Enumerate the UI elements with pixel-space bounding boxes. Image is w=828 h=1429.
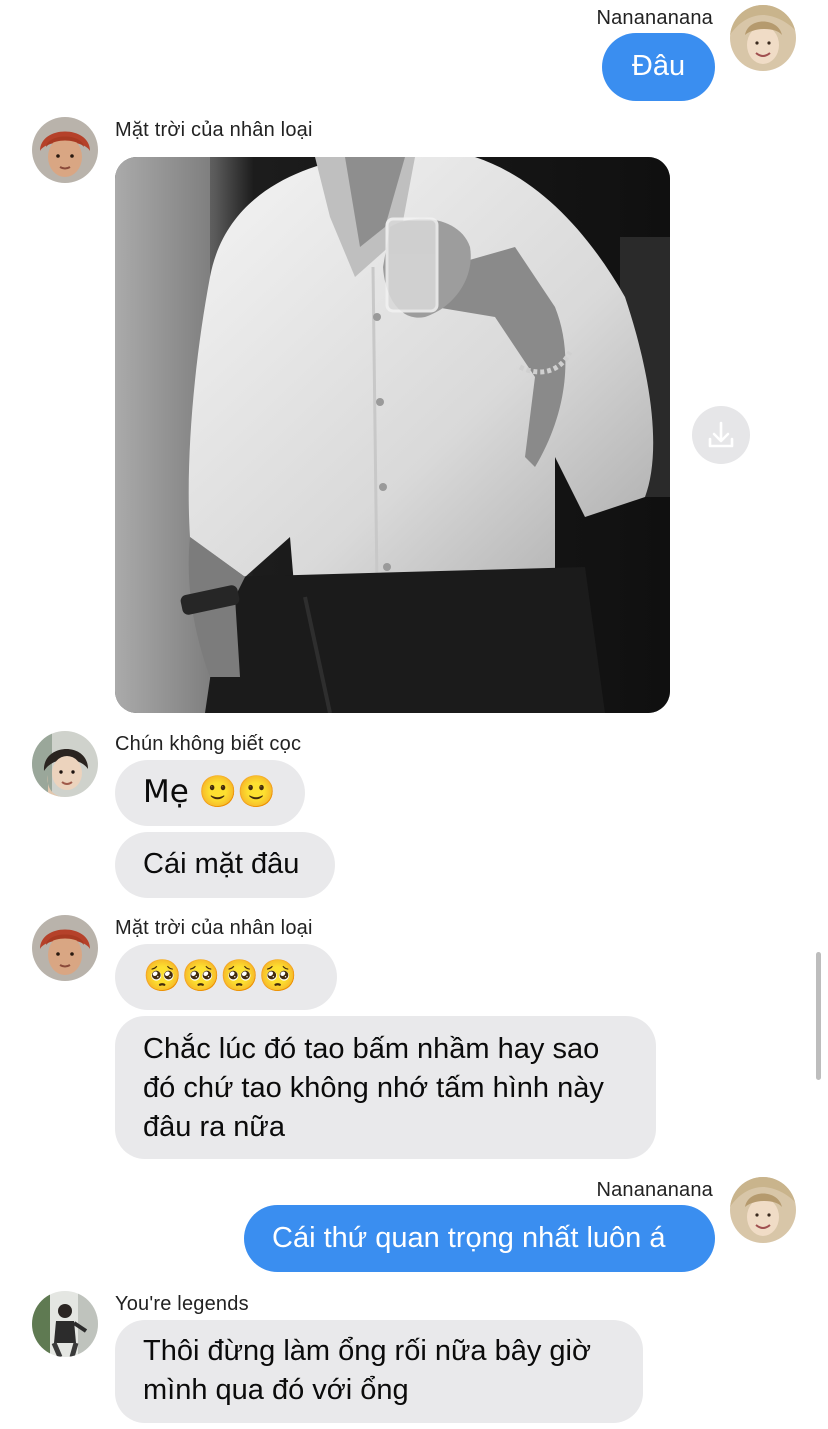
avatar-chun[interactable]	[32, 731, 98, 797]
message-bubble-outgoing[interactable]: Cái thứ quan trọng nhất luôn á	[244, 1205, 715, 1272]
message-text-line: Thôi đừng làm ổng rối nữa bây giờ	[143, 1335, 591, 1367]
message-text: Đâu	[631, 50, 686, 82]
shared-photo[interactable]	[115, 157, 670, 713]
avatar-mat-troi[interactable]	[32, 915, 98, 981]
message-text: Cái thứ quan trọng nhất luôn á	[272, 1222, 666, 1254]
message-text-line: đó chứ tao không nhớ tấm hình này	[143, 1072, 604, 1104]
download-button[interactable]	[692, 406, 750, 464]
message-bubble-incoming[interactable]: Cái mặt đâu	[115, 832, 335, 898]
avatar-youre-legends[interactable]	[32, 1291, 98, 1357]
message-bubble-incoming[interactable]: Chắc lúc đó tao bấm nhầm hay sao đó chứ …	[115, 1016, 656, 1159]
message-text: Cái mặt đâu	[143, 848, 300, 880]
avatar-nanananana[interactable]	[730, 1177, 796, 1243]
message-bubble-incoming[interactable]: Mẹ 🙂🙂	[115, 760, 305, 826]
sender-name: Mặt trời của nhân loại	[115, 119, 313, 141]
message-text-line: Chắc lúc đó tao bấm nhầm hay sao	[143, 1033, 600, 1065]
sender-name: Nanananana	[596, 7, 713, 29]
message-bubble-incoming[interactable]: Thôi đừng làm ổng rối nữa bây giờ mình q…	[115, 1320, 643, 1423]
message-text-line: đâu ra nữa	[143, 1111, 285, 1143]
message-text: 🥺🥺🥺🥺	[143, 958, 298, 994]
message-text: Mẹ 🙂🙂	[143, 774, 276, 810]
message-bubble-outgoing[interactable]: Đâu	[602, 33, 715, 101]
sender-name: You're legends	[115, 1293, 249, 1315]
scrollbar[interactable]	[816, 952, 821, 1080]
avatar-nanananana[interactable]	[730, 5, 796, 71]
sender-name: Chún không biết cọc	[115, 733, 302, 755]
avatar-mat-troi[interactable]	[32, 117, 98, 183]
message-text-line: mình qua đó với ổng	[143, 1374, 409, 1406]
sender-name: Nanananana	[596, 1179, 713, 1201]
download-icon	[708, 421, 734, 448]
sender-name: Mặt trời của nhân loại	[115, 917, 313, 939]
message-bubble-incoming[interactable]: 🥺🥺🥺🥺	[115, 944, 337, 1010]
